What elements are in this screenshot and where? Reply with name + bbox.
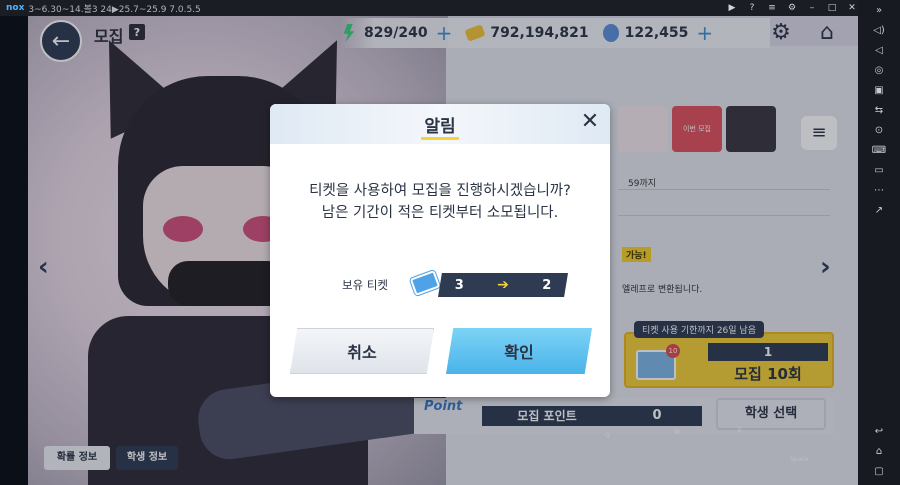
settings-small-icon[interactable]: ⚙ — [786, 3, 798, 13]
dialog-message-line1: 티켓을 사용하여 모집을 진행하시겠습니까? — [309, 183, 571, 199]
dialog-title-underline — [421, 137, 459, 140]
confirm-dialog: 알림 ✕ 티켓을 사용하여 모집을 진행하시겠습니까? 남은 기간이 적은 티켓… — [270, 104, 610, 397]
dialog-title: 알림 — [424, 117, 456, 137]
emulator-window: nox 3~6.30~14.볼3 24▶25.7~25.9 7.0.5.5 ▶ … — [0, 0, 900, 485]
minimize-icon[interactable]: – — [806, 3, 818, 13]
keyboard-icon[interactable]: ⌨ — [868, 144, 890, 158]
dialog-message-line2: 남은 기간이 적은 티켓부터 소모됩니다. — [321, 205, 559, 221]
dialog-message: 티켓을 사용하여 모집을 진행하시겠습니까? 남은 기간이 적은 티켓부터 소모… — [270, 180, 610, 224]
owned-ticket-label: 보유 티켓 — [342, 278, 388, 292]
volume-up-icon[interactable]: ◁) — [868, 24, 890, 38]
arrow-right-icon: ➔ — [497, 277, 509, 293]
shake-icon[interactable]: ◎ — [868, 64, 890, 78]
more-icon[interactable]: ⋯ — [868, 184, 890, 198]
emulator-window-controls: ▶ ? ≡ ⚙ – □ ✕ — [726, 0, 858, 16]
home-nav-icon[interactable]: ⌂ — [868, 445, 890, 459]
screenshot-icon[interactable]: ▣ — [868, 84, 890, 98]
help-icon[interactable]: ? — [746, 3, 758, 13]
screen-icon[interactable]: ▭ — [868, 164, 890, 178]
menu-icon[interactable]: ≡ — [766, 3, 778, 13]
record-icon[interactable]: ⊙ — [868, 124, 890, 138]
emulator-sidebar: » ◁) ◁ ◎ ▣ ⇆ ⊙ ⌨ ▭ ⋯ ↗ ↩ ⌂ ▢ — [858, 0, 900, 485]
ticket-icon — [409, 270, 441, 296]
export-icon[interactable]: ↗ — [868, 204, 890, 218]
play-icon[interactable]: ▶ — [726, 3, 738, 13]
game-screen: ← 모집 ? 829/240 + 792,194,821 122,455 + ⚙… — [28, 16, 858, 485]
volume-down-icon[interactable]: ◁ — [868, 44, 890, 58]
ticket-count-after: 2 — [542, 277, 552, 293]
emulator-logo: nox — [6, 3, 25, 13]
cancel-button[interactable]: 취소 — [290, 328, 434, 374]
ticket-count-before: 3 — [454, 277, 464, 293]
collapse-sidebar-icon[interactable]: » — [868, 4, 890, 18]
sync-icon[interactable]: ⇆ — [868, 104, 890, 118]
recent-nav-icon[interactable]: ▢ — [868, 465, 890, 479]
close-icon[interactable]: ✕ — [578, 110, 602, 134]
close-window-icon[interactable]: ✕ — [846, 3, 858, 13]
back-nav-icon[interactable]: ↩ — [868, 425, 890, 439]
emulator-title-text: 3~6.30~14.볼3 24▶25.7~25.9 7.0.5.5 — [28, 4, 201, 15]
maximize-icon[interactable]: □ — [826, 3, 838, 13]
ticket-count-change: 3 ➔ 2 — [438, 273, 568, 297]
confirm-button[interactable]: 확인 — [446, 328, 592, 374]
